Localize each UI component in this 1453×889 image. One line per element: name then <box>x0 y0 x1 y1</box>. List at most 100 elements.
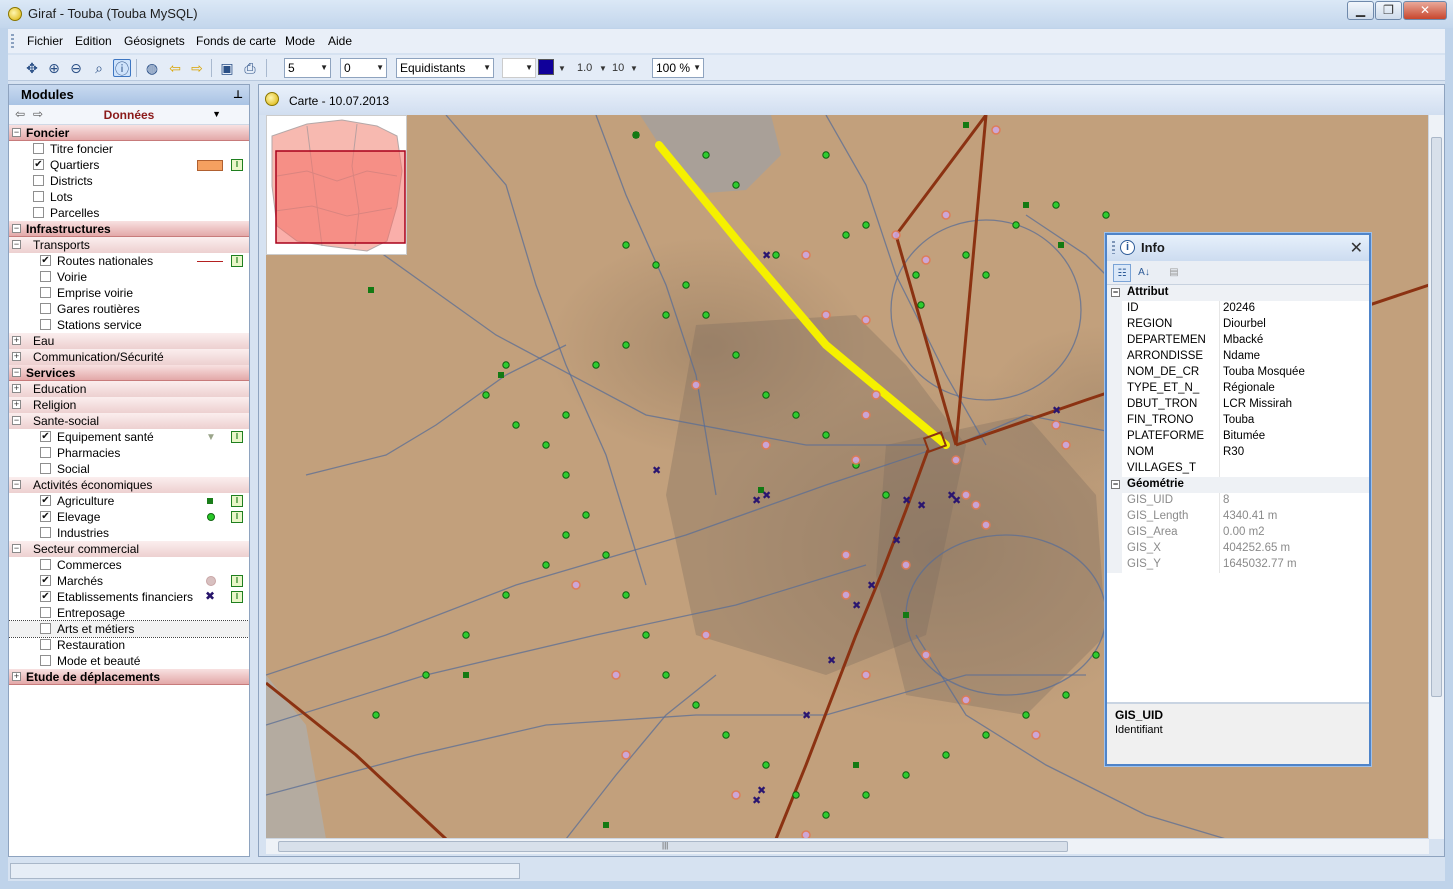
combo-1[interactable]: 5 ▼ <box>284 58 331 78</box>
layer-item[interactable]: Titre foncier <box>9 141 249 157</box>
zoom-out-icon[interactable]: ⊖ <box>67 59 85 77</box>
quartier-boundary[interactable] <box>890 219 1082 401</box>
chevron-down-icon[interactable]: ▼ <box>212 109 221 119</box>
info-tool-icon[interactable]: ⓘ <box>113 59 131 77</box>
property-row[interactable]: ID 20246 <box>1107 301 1369 317</box>
layer-info-icon[interactable]: I <box>231 511 243 523</box>
save-icon[interactable]: ▣ <box>218 59 236 77</box>
module-selector[interactable]: ⇦ ⇨ Données ▼ <box>9 105 249 125</box>
expand-toggle[interactable]: − <box>12 128 21 137</box>
expand-toggle[interactable]: − <box>12 224 21 233</box>
globe-icon[interactable]: ◍ <box>143 59 161 77</box>
marche-point[interactable] <box>841 550 851 560</box>
marche-point[interactable] <box>941 210 951 220</box>
elevage-point[interactable] <box>1102 211 1110 219</box>
layer-checkbox[interactable] <box>40 607 51 618</box>
layer-item[interactable]: Restauration <box>9 637 249 653</box>
layer-group[interactable]: + Education <box>9 381 249 397</box>
layer-item[interactable]: Emprise voirie <box>9 285 249 301</box>
font-size-value[interactable]: 10 <box>612 62 624 74</box>
marche-point[interactable] <box>851 455 861 465</box>
layer-item[interactable]: Districts <box>9 173 249 189</box>
elevage-point[interactable] <box>602 551 610 559</box>
financial-establishment-point[interactable]: ✖ <box>852 599 861 612</box>
property-row[interactable]: PLATEFORME Bitumée <box>1107 429 1369 445</box>
elevage-point[interactable] <box>1062 691 1070 699</box>
financial-establishment-point[interactable]: ✖ <box>1052 404 1061 417</box>
menu-edition[interactable]: Edition <box>75 34 112 48</box>
expand-toggle[interactable]: + <box>12 336 21 345</box>
layer-item[interactable]: ✔ Quartiers I <box>9 157 249 173</box>
elevage-point[interactable] <box>642 631 650 639</box>
categorized-icon[interactable]: ☷ <box>1113 264 1131 282</box>
sort-az-icon[interactable]: A↓ <box>1135 264 1153 282</box>
expand-toggle[interactable]: + <box>12 384 21 393</box>
close-button[interactable]: ✕ <box>1403 1 1447 20</box>
agriculture-point[interactable] <box>463 672 469 678</box>
marche-point[interactable] <box>1051 420 1061 430</box>
marche-point[interactable] <box>971 500 981 510</box>
marche-point[interactable] <box>921 650 931 660</box>
marche-point[interactable] <box>691 380 701 390</box>
elevage-point[interactable] <box>462 631 470 639</box>
layer-checkbox[interactable] <box>33 207 44 218</box>
layer-item[interactable]: ✔ Marchés I <box>9 573 249 589</box>
layer-group[interactable]: − Foncier <box>9 125 249 141</box>
layer-checkbox[interactable]: ✔ <box>40 431 51 442</box>
financial-establishment-point[interactable]: ✖ <box>902 494 911 507</box>
elevage-point[interactable] <box>562 471 570 479</box>
layer-item[interactable]: ✔ Routes nationales I <box>9 253 249 269</box>
layer-group[interactable]: + Communication/Sécurité <box>9 349 249 365</box>
elevage-point[interactable] <box>822 811 830 819</box>
marche-point[interactable] <box>611 670 621 680</box>
layer-group[interactable]: + Religion <box>9 397 249 413</box>
layer-checkbox[interactable] <box>33 143 44 154</box>
elevage-point[interactable] <box>982 731 990 739</box>
layer-item[interactable]: Arts et métiers <box>9 620 249 638</box>
marche-point[interactable] <box>571 580 581 590</box>
elevage-point[interactable] <box>682 281 690 289</box>
layer-info-icon[interactable]: I <box>231 159 243 171</box>
financial-establishment-point[interactable]: ✖ <box>867 579 876 592</box>
layer-item[interactable]: Voirie <box>9 269 249 285</box>
property-row[interactable]: DBUT_TRON LCR Missirah <box>1107 397 1369 413</box>
marche-point[interactable] <box>821 310 831 320</box>
layer-checkbox[interactable] <box>40 303 51 314</box>
financial-establishment-point[interactable]: ✖ <box>752 494 761 507</box>
property-row[interactable]: GIS_Area 0.00 m2 <box>1107 525 1369 541</box>
agriculture-point[interactable] <box>1058 242 1064 248</box>
elevage-point[interactable] <box>622 241 630 249</box>
marche-point[interactable] <box>981 520 991 530</box>
elevage-point[interactable] <box>542 561 550 569</box>
expand-toggle[interactable]: − <box>12 416 21 425</box>
info-header[interactable]: i Info ✕ <box>1107 235 1369 261</box>
layer-item[interactable]: Parcelles <box>9 205 249 221</box>
expand-toggle[interactable]: + <box>12 352 21 361</box>
property-row[interactable]: GIS_Y 1645032.77 m <box>1107 557 1369 573</box>
marche-point[interactable] <box>871 390 881 400</box>
property-row[interactable]: GIS_UID 8 <box>1107 493 1369 509</box>
info-close-icon[interactable]: ✕ <box>1350 238 1363 258</box>
layer-item[interactable]: ✔ Elevage I <box>9 509 249 525</box>
layer-item[interactable]: ✔ Etablissements financiers ✖ I <box>9 589 249 605</box>
elevage-point[interactable] <box>502 361 510 369</box>
agriculture-point[interactable] <box>963 122 969 128</box>
layer-group[interactable]: − Infrastructures <box>9 221 249 237</box>
collapse-toggle[interactable]: − <box>1111 288 1120 297</box>
marche-point[interactable] <box>901 560 911 570</box>
urban-area[interactable] <box>640 115 781 193</box>
marche-point[interactable] <box>861 315 871 325</box>
layer-item[interactable]: Stations service <box>9 317 249 333</box>
property-row[interactable]: ARRONDISSE Ndame <box>1107 349 1369 365</box>
elevage-point[interactable] <box>792 411 800 419</box>
elevage-point[interactable] <box>962 251 970 259</box>
elevage-point[interactable] <box>822 151 830 159</box>
layer-group[interactable]: − Activités économiques <box>9 477 249 493</box>
elevage-point[interactable] <box>1092 651 1100 659</box>
marche-point[interactable] <box>991 125 1001 135</box>
financial-establishment-point[interactable]: ✖ <box>802 709 811 722</box>
expand-toggle[interactable]: − <box>12 240 21 249</box>
layer-checkbox[interactable] <box>40 447 51 458</box>
elevage-point[interactable] <box>542 441 550 449</box>
elevage-point[interactable] <box>372 711 380 719</box>
